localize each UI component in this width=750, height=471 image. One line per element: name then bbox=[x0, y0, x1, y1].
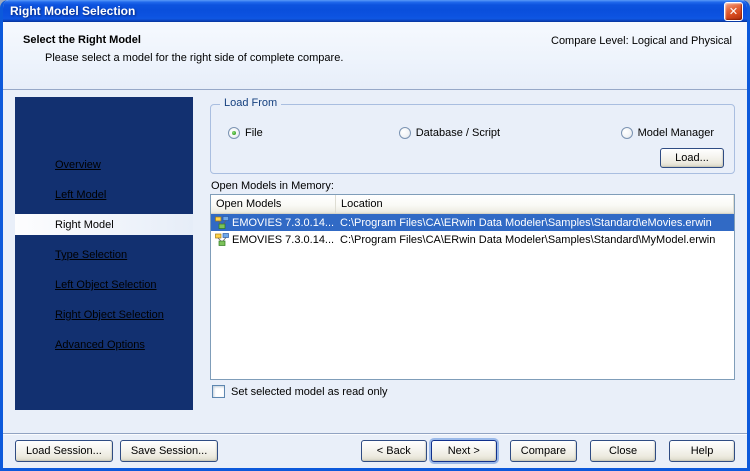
model-name: EMOVIES 7.3.0.14... bbox=[232, 233, 335, 246]
footer-bar: Load Session... Save Session... < Back N… bbox=[3, 433, 747, 468]
radio-unselected-icon bbox=[398, 127, 411, 139]
close-dialog-button[interactable]: Close bbox=[590, 440, 656, 462]
sidebar-item-type-selection[interactable]: Type Selection bbox=[15, 240, 193, 270]
radio-file[interactable]: File bbox=[228, 127, 263, 139]
load-button[interactable]: Load... bbox=[660, 148, 724, 168]
wizard-header: Select the Right Model Please select a m… bbox=[3, 22, 747, 90]
wizard-body: Overview Left Model Right Model Type Sel… bbox=[3, 90, 747, 433]
radio-selected-icon bbox=[228, 127, 240, 139]
wizard-buttons: < Back Next > Compare Close Help bbox=[360, 440, 735, 462]
radio-database-script[interactable]: Database / Script bbox=[398, 127, 501, 139]
wizard-sidebar: Overview Left Model Right Model Type Sel… bbox=[15, 97, 193, 410]
page-subtitle: Please select a model for the right side… bbox=[45, 52, 344, 64]
sidebar-item-advanced-options[interactable]: Advanced Options bbox=[15, 330, 193, 360]
open-models-label: Open Models in Memory: bbox=[211, 180, 334, 192]
readonly-checkbox-label: Set selected model as read only bbox=[231, 385, 388, 398]
sidebar-item-left-model[interactable]: Left Model bbox=[15, 180, 193, 210]
radio-model-manager-label: Model Manager bbox=[637, 127, 714, 139]
table-row[interactable]: EMOVIES 7.3.0.14... C:\Program Files\CA\… bbox=[211, 231, 734, 248]
model-location: C:\Program Files\CA\ERwin Data Modeler\S… bbox=[340, 233, 716, 246]
column-header-location[interactable]: Location bbox=[336, 195, 734, 213]
load-from-group-title: Load From bbox=[220, 97, 282, 109]
radio-database-script-label: Database / Script bbox=[415, 127, 501, 139]
list-header: Open Models Location bbox=[211, 195, 734, 214]
radio-unselected-icon bbox=[620, 127, 633, 139]
readonly-checkbox-row[interactable]: Set selected model as read only bbox=[212, 385, 388, 398]
model-name: EMOVIES 7.3.0.14... bbox=[232, 216, 335, 229]
help-button[interactable]: Help bbox=[669, 440, 735, 462]
radio-model-manager[interactable]: Model Manager bbox=[620, 127, 714, 139]
dialog-window: Right Model Selection ✕ Select the Right… bbox=[0, 0, 750, 471]
page-title: Select the Right Model bbox=[23, 34, 141, 46]
close-icon: ✕ bbox=[728, 5, 739, 18]
titlebar[interactable]: Right Model Selection ✕ bbox=[3, 0, 747, 22]
readonly-checkbox[interactable] bbox=[212, 385, 225, 398]
sidebar-item-right-object-selection[interactable]: Right Object Selection bbox=[15, 300, 193, 330]
model-icon bbox=[215, 216, 229, 229]
save-session-button[interactable]: Save Session... bbox=[119, 440, 219, 462]
compare-button[interactable]: Compare bbox=[509, 440, 577, 462]
load-from-groupbox: Load From File Database / Script Model M… bbox=[210, 97, 735, 174]
back-next-group: < Back Next > bbox=[360, 440, 497, 462]
back-button[interactable]: < Back bbox=[360, 440, 427, 462]
model-icon bbox=[215, 233, 229, 246]
load-session-button[interactable]: Load Session... bbox=[15, 440, 113, 462]
table-row[interactable]: EMOVIES 7.3.0.14... C:\Program Files\CA\… bbox=[211, 214, 734, 231]
compare-level-label: Compare Level: Logical and Physical bbox=[551, 35, 732, 47]
open-models-list[interactable]: Open Models Location EMOVIES 7.3.0.14... bbox=[210, 194, 735, 380]
close-button[interactable]: ✕ bbox=[724, 1, 743, 21]
load-from-options: File Database / Script Model Manager bbox=[211, 127, 734, 139]
column-header-open-models[interactable]: Open Models bbox=[211, 195, 336, 213]
session-buttons: Load Session... Save Session... bbox=[15, 440, 219, 462]
window-title: Right Model Selection bbox=[10, 4, 136, 18]
next-button[interactable]: Next > bbox=[430, 440, 497, 462]
sidebar-item-left-object-selection[interactable]: Left Object Selection bbox=[15, 270, 193, 300]
radio-file-label: File bbox=[245, 127, 263, 139]
sidebar-item-overview[interactable]: Overview bbox=[15, 150, 193, 180]
sidebar-item-right-model[interactable]: Right Model bbox=[15, 214, 193, 235]
model-location: C:\Program Files\CA\ERwin Data Modeler\S… bbox=[340, 216, 712, 229]
